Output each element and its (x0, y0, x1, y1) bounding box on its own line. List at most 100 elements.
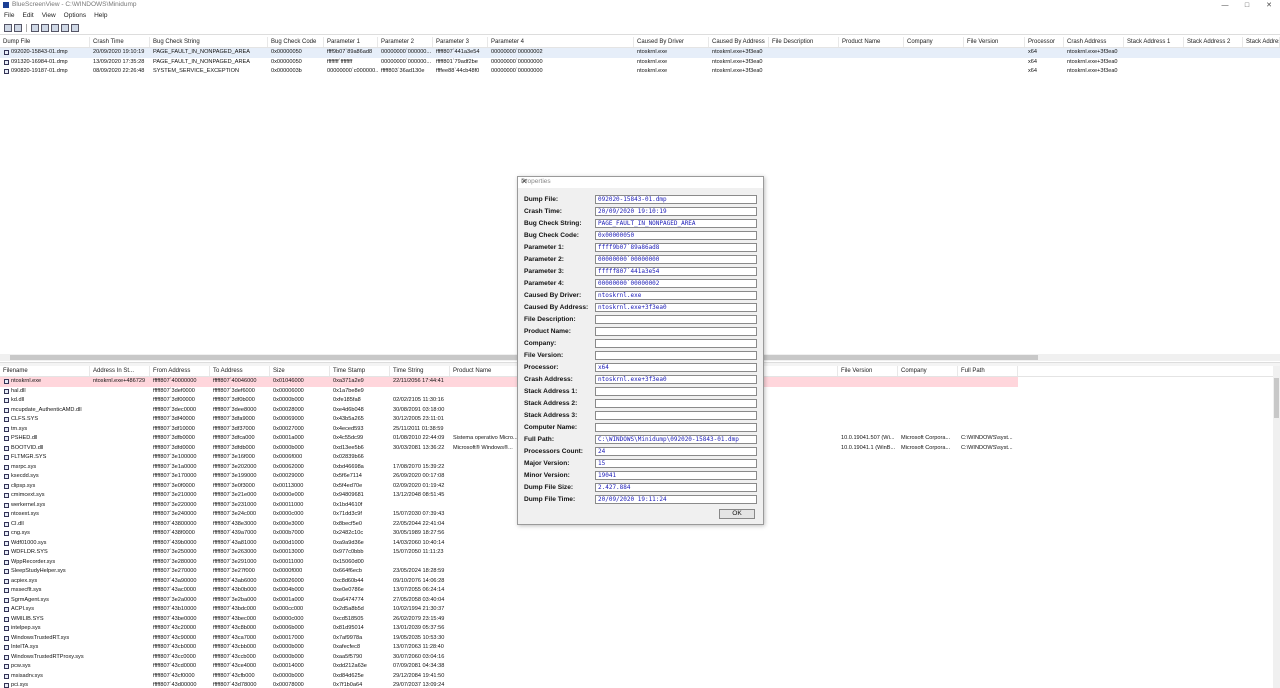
minimize-icon[interactable]: — (1214, 0, 1236, 11)
column-header[interactable]: Processor (1025, 37, 1064, 47)
table-row[interactable]: WindowsTrustedRTProxy.sys fffff807`43cc00… (0, 653, 1280, 663)
menu-file[interactable]: File (0, 11, 18, 21)
properties-icon[interactable] (41, 24, 49, 32)
vertical-scrollbar[interactable] (1273, 366, 1280, 688)
table-row[interactable]: WindowsTrustedRT.sys fffff807`43c90000 fff… (0, 634, 1280, 644)
property-value-field[interactable]: C:\WINDOWS\Minidump\092020-15843-01.dmp (595, 435, 757, 444)
property-row: Parameter 3: fffff807`441a3e54 (524, 267, 757, 277)
table-row[interactable]: 090820-19187-01.dmp 08/09/2020 22:26:48 SY… (0, 67, 1280, 77)
property-value-field[interactable]: 24 (595, 447, 757, 456)
copy-icon[interactable] (31, 24, 39, 32)
column-header[interactable]: Product Name (839, 37, 904, 47)
column-header[interactable]: Crash Address (1064, 37, 1124, 47)
column-header[interactable]: Stack Address (1243, 37, 1280, 47)
table-row[interactable]: ntoskrnl.exe ntoskrnl.exe+486729 fffff807`… (0, 377, 1018, 387)
table-row[interactable]: Wdf01000.sys fffff807`439b0000 fffff807`43… (0, 539, 1280, 549)
property-value-field[interactable]: 0x00000050 (595, 231, 757, 240)
menu-options[interactable]: Options (60, 11, 90, 21)
property-value-field[interactable] (595, 423, 757, 432)
column-header[interactable]: Dump File (0, 37, 90, 47)
property-value-field[interactable]: 15 (595, 459, 757, 468)
table-row[interactable]: ACPI.sys fffff807`43b10000 fffff807`43bdc0… (0, 605, 1280, 615)
property-value-field[interactable]: 00000000`00000002 (595, 279, 757, 288)
property-value-field[interactable]: 2.427.884 (595, 483, 757, 492)
table-row[interactable]: 092020-15843-01.dmp 20/09/2020 19:10:19 PA… (0, 48, 1280, 58)
menu-view[interactable]: View (38, 11, 60, 21)
table-row[interactable]: msisadrv.sys fffff807`43cf0000 fffff807`43… (0, 672, 1280, 682)
column-header[interactable]: Full Path (958, 366, 1018, 376)
table-row[interactable]: intelpep.sys fffff807`43c20000 fffff807`43… (0, 624, 1280, 634)
property-value-field[interactable] (595, 387, 757, 396)
property-label: Stack Address 3: (524, 412, 578, 419)
column-header[interactable]: Filename (0, 366, 90, 376)
table-cell (1243, 67, 1280, 77)
property-value-field[interactable] (595, 411, 757, 420)
property-value-field[interactable]: 00000000`00000000 (595, 255, 757, 264)
table-row[interactable]: 091320-16984-01.dmp 13/09/2020 17:35:28 PA… (0, 58, 1280, 68)
column-header[interactable]: Caused By Address (709, 37, 769, 47)
column-header[interactable]: Time Stamp (330, 366, 390, 376)
column-header[interactable]: Crash Time (90, 37, 150, 47)
column-header[interactable]: Caused By Driver (634, 37, 709, 47)
property-value-field[interactable] (595, 315, 757, 324)
column-header[interactable]: Bug Check String (150, 37, 268, 47)
column-header[interactable]: Address In St... (90, 366, 150, 376)
scrollbar-thumb[interactable] (1274, 378, 1279, 418)
ok-button[interactable]: OK (719, 509, 755, 519)
find-icon[interactable] (61, 24, 69, 32)
column-header[interactable]: Time String (390, 366, 450, 376)
property-value-field[interactable]: 20/09/2020 19:11:24 (595, 495, 757, 504)
property-value-field[interactable]: PAGE_FAULT_IN_NONPAGED_AREA (595, 219, 757, 228)
column-header[interactable]: File Description (769, 37, 839, 47)
property-value-field[interactable] (595, 339, 757, 348)
table-row[interactable]: cng.sys fffff807`438f0000 fffff807`439a700… (0, 529, 1280, 539)
menu-edit[interactable]: Edit (18, 11, 37, 21)
table-row[interactable]: WDFLDR.SYS fffff807`3e250000 fffff807`3e26… (0, 548, 1280, 558)
property-value-field[interactable]: fffff807`441a3e54 (595, 267, 757, 276)
column-header[interactable]: Parameter 4 (488, 37, 634, 47)
property-value-field[interactable] (595, 399, 757, 408)
table-cell: ffffffff`ffffffff (327, 58, 353, 65)
table-row[interactable]: mssecflt.sys fffff807`43ac0000 fffff807`43… (0, 586, 1280, 596)
save-icon[interactable] (4, 24, 12, 32)
column-header[interactable]: Parameter 3 (433, 37, 488, 47)
property-value-field[interactable]: ntoskrnl.exe+3f3ea0 (595, 303, 757, 312)
column-header[interactable]: Stack Address 1 (1124, 37, 1184, 47)
column-header[interactable]: Size (270, 366, 330, 376)
column-header[interactable]: Parameter 1 (324, 37, 378, 47)
property-value-field[interactable] (595, 327, 757, 336)
table-row[interactable]: WppRecorder.sys fffff807`3e280000 fffff807… (0, 558, 1280, 568)
column-header[interactable]: Company (898, 366, 958, 376)
table-row[interactable]: SgrmAgent.sys fffff807`3e2a0000 fffff807`3… (0, 596, 1280, 606)
table-row[interactable]: WMILIB.SYS fffff807`43be0000 fffff807`43be… (0, 615, 1280, 625)
column-header[interactable]: Bug Check Code (268, 37, 324, 47)
property-value-field[interactable]: ntoskrnl.exe+3f3ea0 (595, 375, 757, 384)
table-row[interactable]: IntelTA.sys fffff807`43cb0000 fffff807`43c… (0, 643, 1280, 653)
open-icon[interactable] (14, 24, 22, 32)
menu-help[interactable]: Help (90, 11, 111, 21)
property-value-field[interactable]: 19041 (595, 471, 757, 480)
column-header[interactable]: Stack Address 2 (1184, 37, 1243, 47)
table-row[interactable]: pcw.sys fffff807`43cd0000 fffff807`43ce400… (0, 662, 1280, 672)
property-value-field[interactable]: 092020-15843-01.dmp (595, 195, 757, 204)
column-header[interactable]: To Address (210, 366, 270, 376)
property-value-field[interactable]: x64 (595, 363, 757, 372)
property-value-field[interactable]: ffff9b07`89a86ad8 (595, 243, 757, 252)
column-header[interactable]: File Version (838, 366, 898, 376)
column-header[interactable]: Parameter 2 (378, 37, 433, 47)
dialog-close-icon[interactable]: ✕ (521, 177, 760, 186)
close-icon[interactable]: ✕ (1258, 0, 1280, 11)
property-value-field[interactable]: ntoskrnl.exe (595, 291, 757, 300)
column-header[interactable]: File Version (964, 37, 1025, 47)
refresh-icon[interactable] (51, 24, 59, 32)
column-header[interactable]: From Address (150, 366, 210, 376)
table-row[interactable]: pci.sys fffff807`43d00000 fffff807`43d7800… (0, 681, 1280, 688)
table-cell: SYSTEM_SERVICE_EXCEPTION (153, 68, 240, 74)
maximize-icon[interactable]: □ (1236, 0, 1258, 11)
property-value-field[interactable]: 20/09/2020 19:10:19 (595, 207, 757, 216)
table-row[interactable]: SleepStudyHelper.sys fffff807`3e270000 fff… (0, 567, 1280, 577)
exit-icon[interactable] (71, 24, 79, 32)
table-row[interactable]: acpiex.sys fffff807`43a90000 fffff807`43ab… (0, 577, 1280, 587)
property-value-field[interactable] (595, 351, 757, 360)
column-header[interactable]: Company (904, 37, 964, 47)
